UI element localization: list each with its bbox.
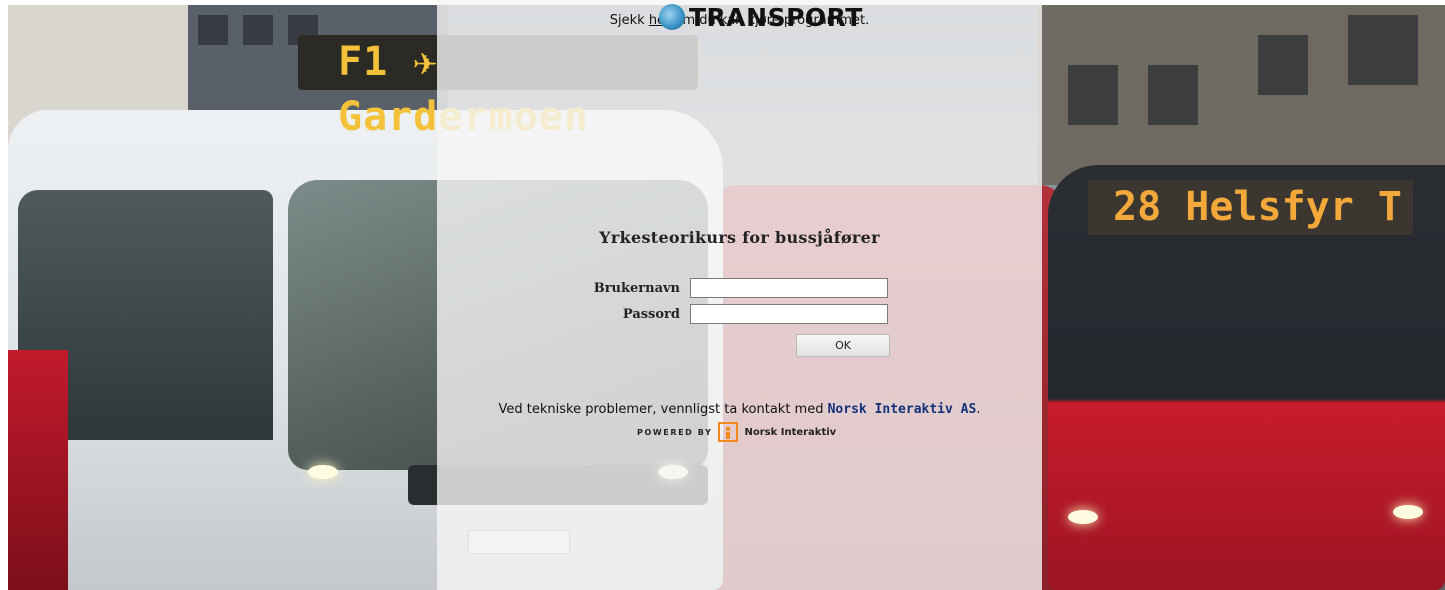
powered-by: POWERED BY Norsk Interaktiv [637,421,836,443]
powered-by-label: POWERED BY [637,427,713,437]
password-input[interactable] [690,304,888,324]
password-row: Passord [590,304,888,324]
username-row: Brukernavn [590,278,888,298]
notice-prefix: Sjekk [609,13,645,28]
username-input[interactable] [690,278,888,298]
bus-destination-sign-right: 28 Helsfyr T [1088,180,1413,235]
ok-button[interactable]: OK [796,334,890,357]
support-text: Ved tekniske problemer, vennligst ta kon… [498,402,981,417]
support-link[interactable]: Norsk Interaktiv AS [828,402,977,417]
transport-logo: TRANSPORT [659,2,863,32]
support-message: Ved tekniske problemer, vennligst ta kon… [498,402,824,417]
login-panel: Sjekk her om du kan kjøre programmet. TR… [437,0,1042,590]
username-label: Brukernavn [593,280,680,296]
norsk-interaktiv-logo-icon [718,422,739,442]
powered-by-name: Norsk Interaktiv [744,426,837,438]
logo-text: TRANSPORT [689,2,863,32]
page-title: Yrkesteorikurs for bussjåfører [599,228,880,247]
logo-globe-icon [659,4,685,30]
password-label: Passord [622,306,680,322]
